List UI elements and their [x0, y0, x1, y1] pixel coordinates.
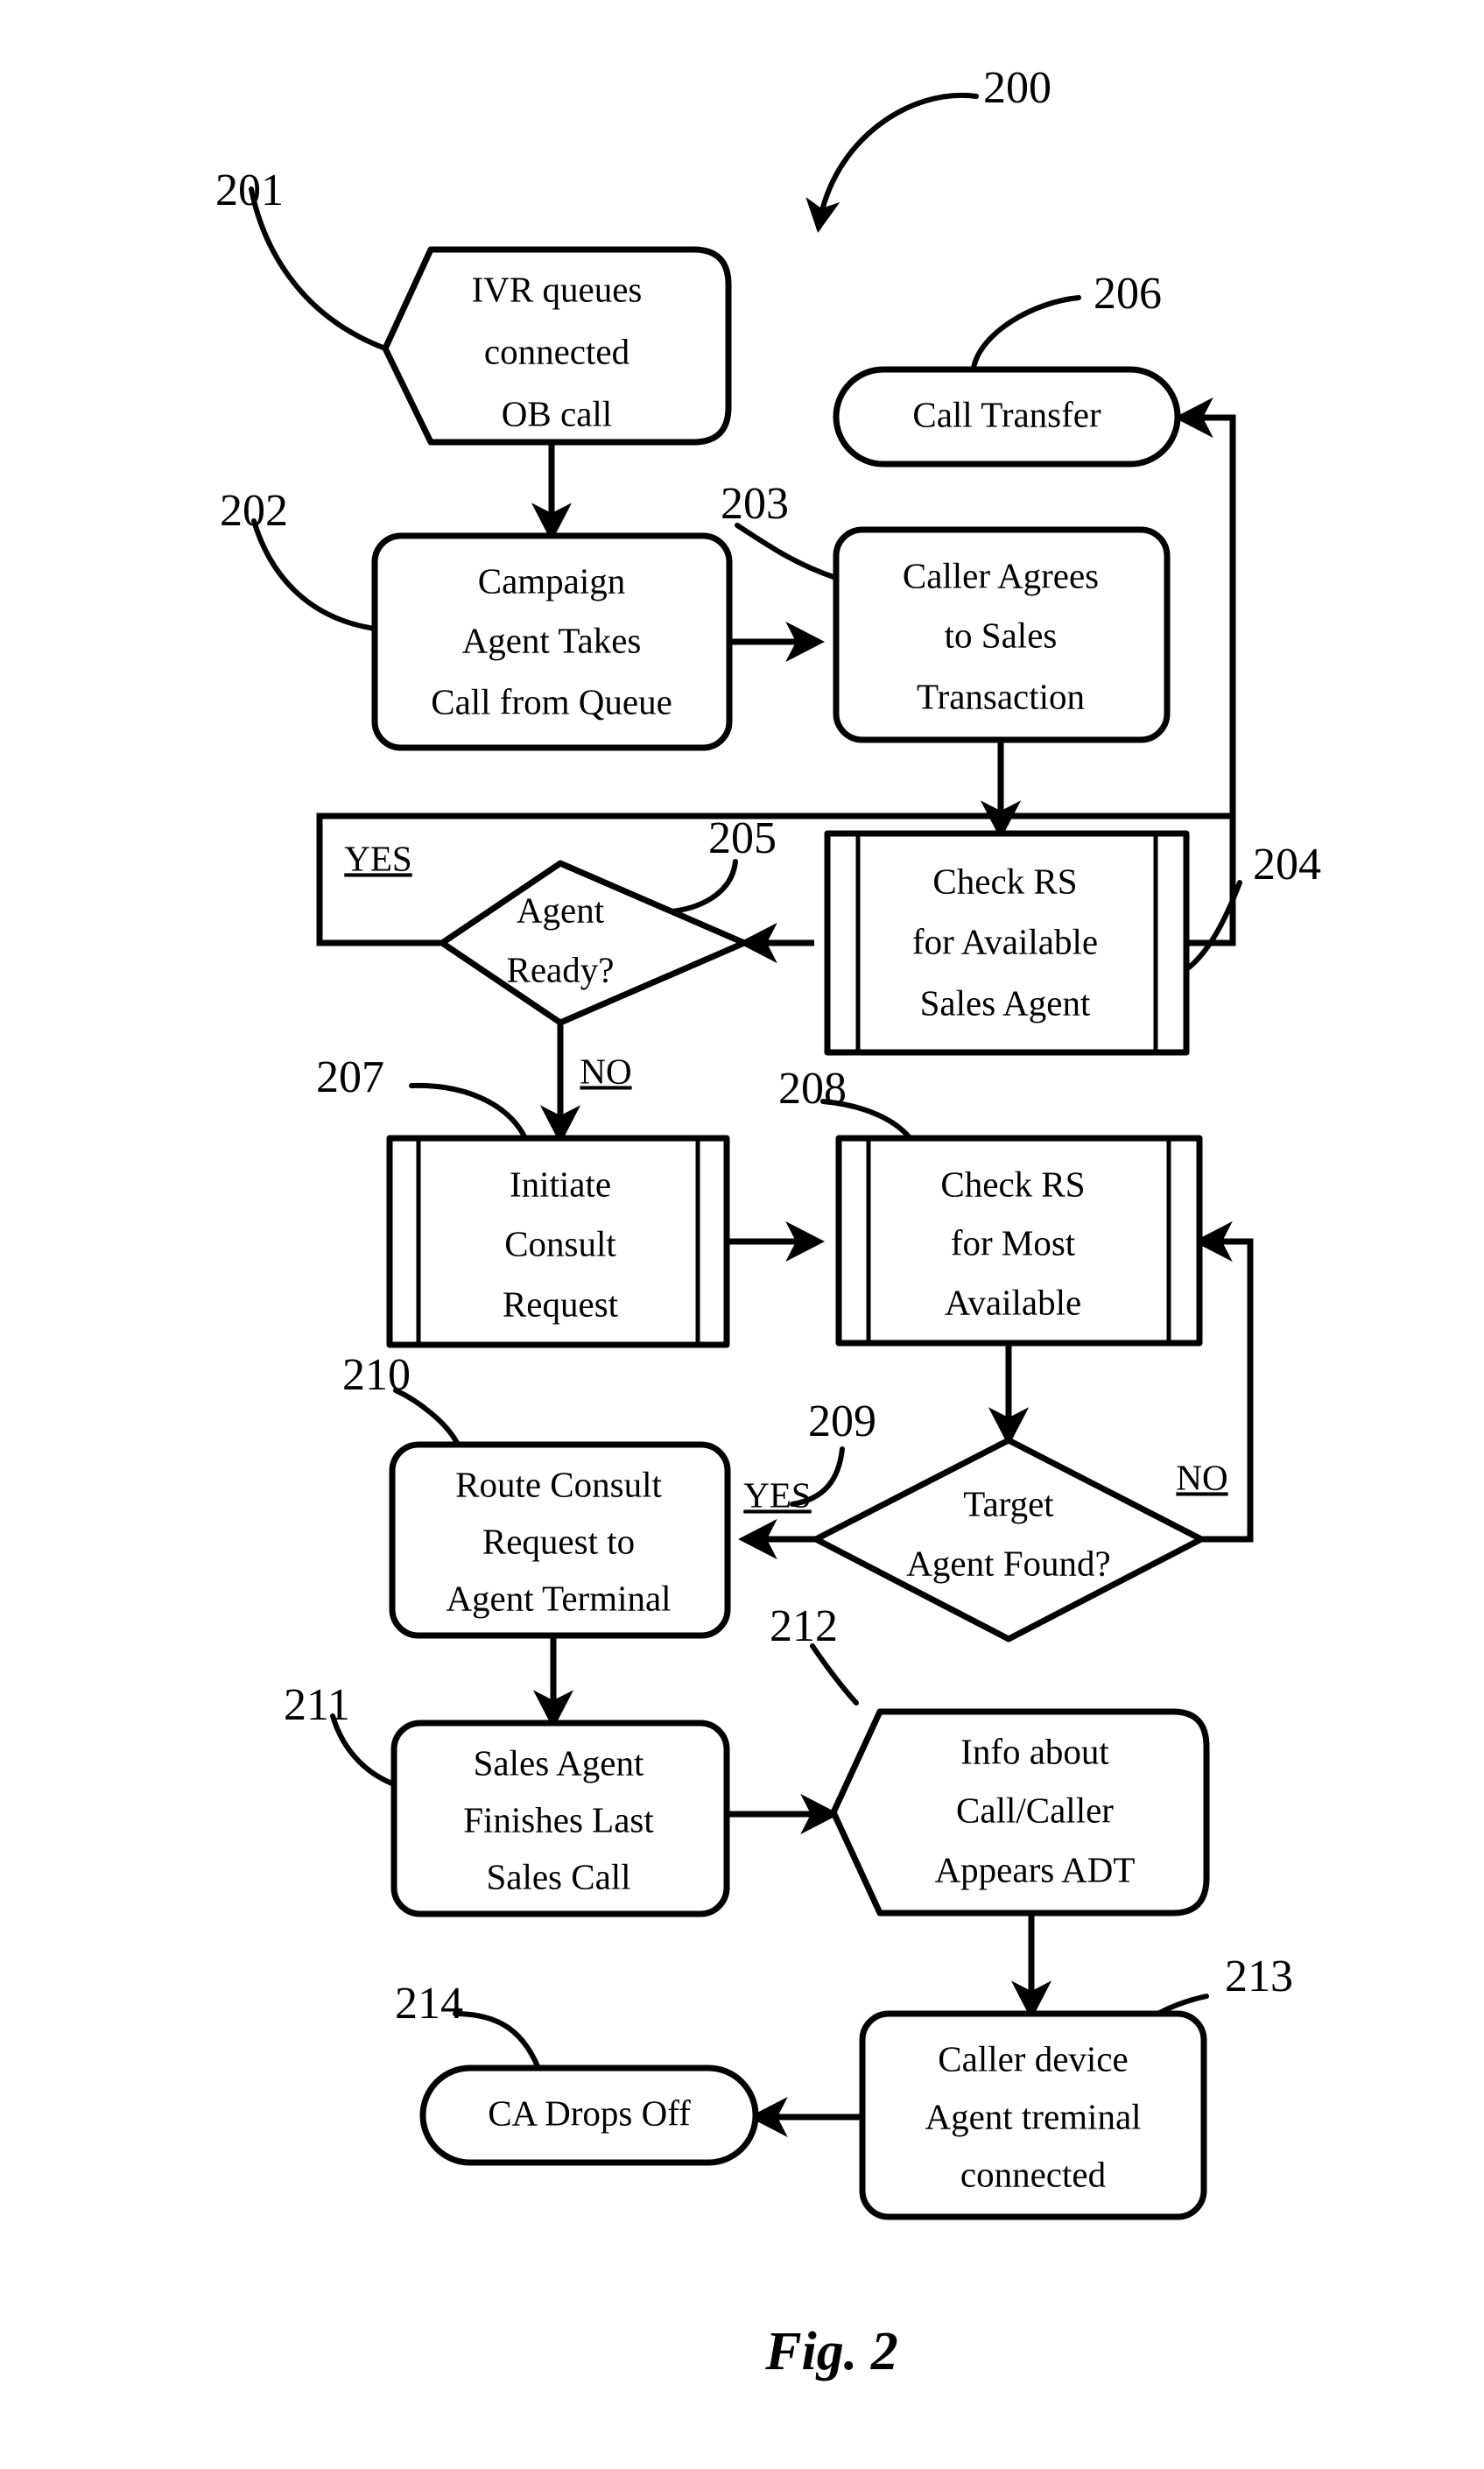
- node-207-line-2: Consult: [504, 1223, 616, 1263]
- node-205-line-1: Agent: [517, 890, 605, 930]
- node-208-line-1: Check RS: [940, 1164, 1085, 1204]
- node-202-line-1: Campaign: [478, 560, 626, 601]
- patent-figure-2: IVR queues connected OB call Call Transf…: [0, 0, 1484, 2469]
- node-212-line-1: Info about: [960, 1731, 1109, 1771]
- node-203-line-3: Transaction: [917, 676, 1085, 716]
- leader-200: [805, 92, 979, 233]
- node-207-text: Initiate Consult Request: [503, 1164, 619, 1324]
- node-212-line-2: Call/Caller: [956, 1790, 1114, 1830]
- node-212-line-3: Appears ADT: [935, 1849, 1136, 1889]
- node-209-target-agent-found: [812, 1437, 1205, 1642]
- ref-numeral-212: 212: [770, 1601, 838, 1651]
- node-214-text: CA Drops Off: [488, 2093, 691, 2133]
- node-203-line-1: Caller Agrees: [903, 555, 1099, 595]
- node-207-line-1: Initiate: [510, 1164, 611, 1204]
- node-201-line-1: IVR queues: [472, 269, 643, 309]
- node-204-line-1: Check RS: [932, 861, 1077, 901]
- ref-numeral-213: 213: [1225, 1952, 1293, 2001]
- leader-212: [810, 1643, 859, 1706]
- node-214-line-1: CA Drops Off: [488, 2093, 691, 2133]
- ref-numeral-204: 204: [1253, 840, 1321, 890]
- ref-numeral-205: 205: [708, 813, 777, 863]
- node-209-line-2: Agent Found?: [906, 1543, 1110, 1583]
- node-206-line-1: Call Transfer: [912, 394, 1101, 434]
- node-208-text: Check RS for Most Available: [940, 1164, 1085, 1322]
- node-211-text: Sales Agent Finishes Last Sales Call: [463, 1742, 654, 1896]
- node-201-line-3: OB call: [502, 393, 612, 433]
- node-211-line-2: Finishes Last: [463, 1799, 654, 1839]
- leader-205: [658, 859, 738, 915]
- ref-numeral-202: 202: [220, 486, 288, 536]
- node-211-line-3: Sales Call: [486, 1856, 630, 1896]
- node-201-line-2: connected: [484, 331, 629, 371]
- ref-numeral-209: 209: [808, 1396, 876, 1446]
- node-205-line-2: Ready?: [507, 949, 615, 989]
- ref-numeral-201: 201: [215, 165, 284, 215]
- node-205-agent-ready: [439, 860, 748, 1026]
- node-202-line-3: Call from Queue: [431, 681, 672, 721]
- node-210-line-2: Request to: [482, 1521, 635, 1561]
- node-202-line-2: Agent Takes: [462, 620, 642, 660]
- ref-numeral-200: 200: [983, 63, 1051, 113]
- node-204-line-3: Sales Agent: [920, 982, 1091, 1023]
- node-211-line-1: Sales Agent: [474, 1742, 644, 1783]
- ref-numeral-203: 203: [721, 479, 789, 529]
- branch-label-agent-ready-yes: YES: [344, 838, 411, 878]
- leader-206: [971, 295, 1081, 370]
- leader-207: [409, 1082, 528, 1141]
- node-207-line-3: Request: [503, 1284, 619, 1324]
- node-213-line-1: Caller device: [938, 2038, 1128, 2079]
- ref-numeral-210: 210: [342, 1350, 411, 1400]
- node-210-line-3: Agent Terminal: [446, 1578, 671, 1618]
- node-210-line-1: Route Consult: [455, 1464, 662, 1504]
- flowchart-canvas: IVR queues connected OB call Call Transf…: [215, 63, 1321, 2381]
- node-209-line-1: Target: [963, 1483, 1054, 1523]
- leader-203: [735, 523, 839, 580]
- branch-label-agent-ready-no: NO: [580, 1051, 631, 1091]
- ref-numeral-207: 207: [316, 1052, 384, 1102]
- node-213-line-2: Agent treminal: [925, 2096, 1141, 2136]
- ref-numeral-206: 206: [1094, 269, 1162, 319]
- node-212-text: Info about Call/Caller Appears ADT: [935, 1731, 1136, 1889]
- node-213-line-3: connected: [960, 2154, 1106, 2194]
- ref-numeral-208: 208: [778, 1064, 847, 1114]
- node-208-line-3: Available: [945, 1282, 1081, 1322]
- ref-numeral-211: 211: [284, 1680, 350, 1730]
- node-206-text: Call Transfer: [912, 394, 1101, 434]
- node-208-line-2: for Most: [951, 1222, 1076, 1263]
- branch-label-target-found-no: NO: [1176, 1457, 1227, 1497]
- ref-numeral-214: 214: [395, 1979, 463, 2029]
- node-204-text: Check RS for Available Sales Agent: [912, 861, 1098, 1023]
- figure-caption: Fig. 2: [764, 2322, 898, 2381]
- leader-202: [251, 518, 377, 631]
- node-203-line-2: to Sales: [945, 615, 1058, 655]
- node-204-line-2: for Available: [912, 921, 1098, 961]
- branch-label-target-found-yes: YES: [743, 1474, 811, 1515]
